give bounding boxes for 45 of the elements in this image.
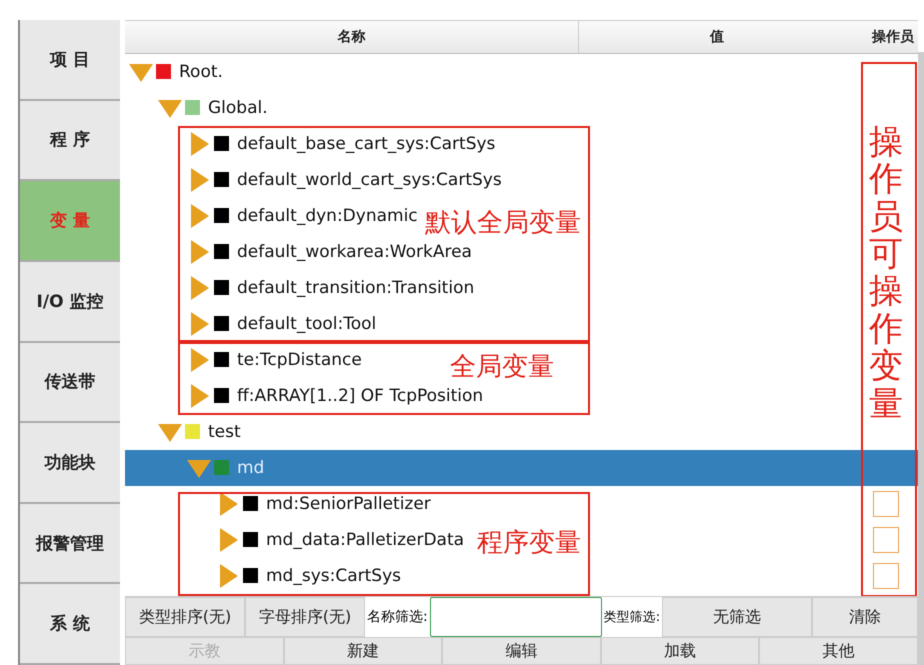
action-button[interactable]: 加载 xyxy=(600,637,760,665)
variable-name[interactable]: default_workarea:WorkArea xyxy=(237,242,472,262)
action-button[interactable]: 其他 xyxy=(759,637,918,665)
annotation-label: 默认全局变量 xyxy=(425,210,581,236)
operator-checkbox[interactable] xyxy=(873,490,899,517)
action-button[interactable]: 新建 xyxy=(284,637,442,665)
variable-name[interactable]: default_world_cart_sys:CartSys xyxy=(237,170,502,190)
sidebar-item[interactable]: 程 序 xyxy=(20,100,120,182)
action-button[interactable]: 编辑 xyxy=(442,637,601,665)
selected-row[interactable]: md xyxy=(125,450,918,486)
variable-name[interactable]: default_tool:Tool xyxy=(237,314,376,334)
variable-name[interactable]: default_base_cart_sys:CartSys xyxy=(237,134,496,154)
sidebar-item[interactable]: 功能块 xyxy=(20,423,120,504)
annotation-label: 操作员可操作变量 xyxy=(869,124,903,424)
type-filter-button[interactable]: 无筛选 xyxy=(662,597,812,638)
column-header[interactable]: 操作员 xyxy=(855,21,918,53)
sidebar-item[interactable]: 传送带 xyxy=(20,342,120,424)
variable-name[interactable]: Global. xyxy=(208,98,268,118)
filter-label: 名称筛选: xyxy=(366,608,429,628)
sort-button[interactable]: 类型排序(无) xyxy=(125,597,245,638)
name-filter-field[interactable] xyxy=(430,597,602,638)
filter-label: 类型筛选: xyxy=(602,609,662,628)
column-header[interactable]: 名称 xyxy=(125,21,579,53)
variable-name[interactable]: ff:ARRAY[1..2] OF TcpPosition xyxy=(237,386,484,406)
operator-checkbox[interactable] xyxy=(873,526,899,553)
annotation-label: 全局变量 xyxy=(450,354,554,380)
operator-checkbox[interactable] xyxy=(873,562,899,589)
clear-button[interactable]: 清除 xyxy=(812,597,918,638)
scrollbar[interactable] xyxy=(918,52,924,665)
sort-button[interactable]: 字母排序(无) xyxy=(245,597,365,638)
variable-name[interactable]: default_dyn:Dynamic xyxy=(237,206,418,226)
variable-name[interactable]: te:TcpDistance xyxy=(237,350,362,370)
sidebar-item[interactable]: I/O 监控 xyxy=(20,262,120,342)
sidebar-item[interactable]: 报警管理 xyxy=(20,504,120,584)
variable-name[interactable]: md_data:PalletizerData xyxy=(266,530,464,550)
variable-name[interactable]: Root. xyxy=(179,62,223,82)
annotation-label: 程序变量 xyxy=(477,530,581,556)
variable-name[interactable]: md:SeniorPalletizer xyxy=(266,494,431,514)
sidebar-item[interactable]: 系 统 xyxy=(20,584,120,665)
variable-name[interactable]: test xyxy=(208,422,241,442)
variable-name[interactable]: md xyxy=(237,458,264,478)
variable-name[interactable]: default_transition:Transition xyxy=(237,278,474,298)
variable-name[interactable]: md_sys:CartSys xyxy=(266,566,402,586)
column-header[interactable]: 值 xyxy=(579,21,855,53)
sidebar-item[interactable]: 项 目 xyxy=(20,20,120,101)
